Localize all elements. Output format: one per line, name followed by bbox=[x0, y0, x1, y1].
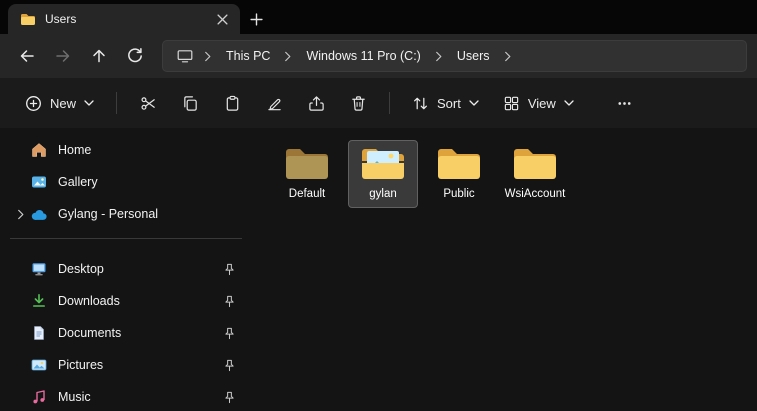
view-grid-icon bbox=[503, 95, 520, 112]
new-tab-button[interactable] bbox=[240, 4, 272, 34]
desktop-icon bbox=[30, 260, 48, 278]
navigation-bar: This PC Windows 11 Pro (C:) Users bbox=[0, 34, 757, 78]
sidebar-item-documents[interactable]: Documents bbox=[4, 317, 248, 349]
paste-icon bbox=[224, 95, 241, 112]
copy-button[interactable] bbox=[170, 86, 210, 120]
tab-close-button[interactable] bbox=[210, 8, 234, 30]
folder-name: Default bbox=[289, 187, 325, 201]
folder-icon bbox=[436, 146, 482, 182]
sidebar-item-pictures[interactable]: Pictures bbox=[4, 349, 248, 381]
copy-icon bbox=[182, 95, 199, 112]
toolbar-divider bbox=[389, 92, 390, 114]
chevron-down-icon bbox=[564, 100, 574, 106]
folder-icon bbox=[284, 146, 330, 182]
tab-title: Users bbox=[45, 12, 201, 26]
paste-button[interactable] bbox=[212, 86, 252, 120]
folder-tile-wsiaccount[interactable]: WsiAccount bbox=[500, 140, 570, 208]
sidebar-item-label: Pictures bbox=[58, 358, 223, 372]
sidebar-item-music[interactable]: Music bbox=[4, 381, 248, 411]
sidebar-item-label: Downloads bbox=[58, 294, 223, 308]
breadcrumb-chevron-icon[interactable] bbox=[201, 51, 215, 62]
pin-icon bbox=[223, 359, 236, 372]
up-button[interactable] bbox=[82, 40, 116, 72]
documents-icon bbox=[30, 324, 48, 342]
breadcrumb-chevron-icon[interactable] bbox=[281, 51, 295, 62]
scissors-icon bbox=[140, 95, 157, 112]
rename-icon bbox=[266, 95, 283, 112]
breadcrumb-users[interactable]: Users bbox=[448, 44, 499, 68]
sidebar-item-label: Music bbox=[58, 390, 223, 404]
delete-button[interactable] bbox=[338, 86, 378, 120]
new-button-label: New bbox=[50, 96, 76, 111]
sidebar-item-gallery[interactable]: Gallery bbox=[4, 166, 248, 198]
more-options-button[interactable] bbox=[605, 86, 645, 120]
trash-icon bbox=[350, 95, 367, 112]
folder-name: WsiAccount bbox=[505, 187, 566, 201]
refresh-button[interactable] bbox=[118, 40, 152, 72]
sort-icon bbox=[412, 95, 429, 112]
toolbar-divider bbox=[116, 92, 117, 114]
sidebar-item-label: Gylang - Personal bbox=[58, 207, 236, 221]
breadcrumb-this-pc[interactable]: This PC bbox=[217, 44, 279, 68]
share-icon bbox=[308, 95, 325, 112]
command-bar: New Sort View bbox=[0, 78, 757, 128]
folder-name: gylan bbox=[369, 187, 397, 201]
sidebar-item-label: Gallery bbox=[58, 175, 236, 189]
folder-tile-default[interactable]: Default bbox=[272, 140, 342, 208]
sort-button[interactable]: Sort bbox=[401, 86, 490, 120]
folder-view: Default gylan Public WsiAccount bbox=[252, 128, 757, 411]
ellipsis-icon bbox=[616, 95, 633, 112]
pin-icon bbox=[223, 391, 236, 404]
back-button[interactable] bbox=[10, 40, 44, 72]
breadcrumb-drive-c[interactable]: Windows 11 Pro (C:) bbox=[297, 44, 429, 68]
folder-tile-public[interactable]: Public bbox=[424, 140, 494, 208]
explorer-body: Home Gallery Gylang - Personal Deskto bbox=[0, 128, 757, 411]
breadcrumb-chevron-icon[interactable] bbox=[501, 51, 515, 62]
cut-button[interactable] bbox=[128, 86, 168, 120]
address-bar[interactable]: This PC Windows 11 Pro (C:) Users bbox=[162, 40, 747, 72]
navigation-pane: Home Gallery Gylang - Personal Deskto bbox=[0, 128, 252, 411]
home-icon bbox=[30, 141, 48, 159]
gallery-icon bbox=[30, 173, 48, 191]
share-button[interactable] bbox=[296, 86, 336, 120]
folder-name: Public bbox=[443, 187, 474, 201]
sidebar-item-downloads[interactable]: Downloads bbox=[4, 285, 248, 317]
breadcrumb-chevron-icon[interactable] bbox=[432, 51, 446, 62]
sidebar-separator bbox=[10, 238, 242, 239]
pin-icon bbox=[223, 263, 236, 276]
this-pc-icon bbox=[171, 48, 199, 64]
sidebar-item-onedrive-personal[interactable]: Gylang - Personal bbox=[4, 198, 248, 230]
pictures-icon bbox=[30, 356, 48, 374]
view-button[interactable]: View bbox=[492, 86, 585, 120]
tab-users[interactable]: Users bbox=[8, 4, 240, 34]
chevron-down-icon bbox=[84, 100, 94, 106]
pin-icon bbox=[223, 327, 236, 340]
onedrive-icon bbox=[30, 205, 48, 223]
sidebar-item-label: Documents bbox=[58, 326, 223, 340]
view-button-label: View bbox=[528, 96, 556, 111]
folder-tile-gylan[interactable]: gylan bbox=[348, 140, 418, 208]
rename-button[interactable] bbox=[254, 86, 294, 120]
sidebar-item-home[interactable]: Home bbox=[4, 134, 248, 166]
titlebar: Users bbox=[0, 0, 757, 34]
music-icon bbox=[30, 388, 48, 406]
folder-icon bbox=[512, 146, 558, 182]
folder-icon bbox=[360, 146, 406, 182]
sidebar-item-desktop[interactable]: Desktop bbox=[4, 253, 248, 285]
sidebar-item-label: Home bbox=[58, 143, 236, 157]
new-button[interactable]: New bbox=[14, 86, 105, 120]
chevron-down-icon bbox=[469, 100, 479, 106]
expand-chevron-icon[interactable] bbox=[12, 209, 30, 220]
sidebar-item-label: Desktop bbox=[58, 262, 223, 276]
plus-circle-icon bbox=[25, 95, 42, 112]
downloads-icon bbox=[30, 292, 48, 310]
folder-icon bbox=[20, 13, 36, 26]
pin-icon bbox=[223, 295, 236, 308]
forward-button[interactable] bbox=[46, 40, 80, 72]
sort-button-label: Sort bbox=[437, 96, 461, 111]
